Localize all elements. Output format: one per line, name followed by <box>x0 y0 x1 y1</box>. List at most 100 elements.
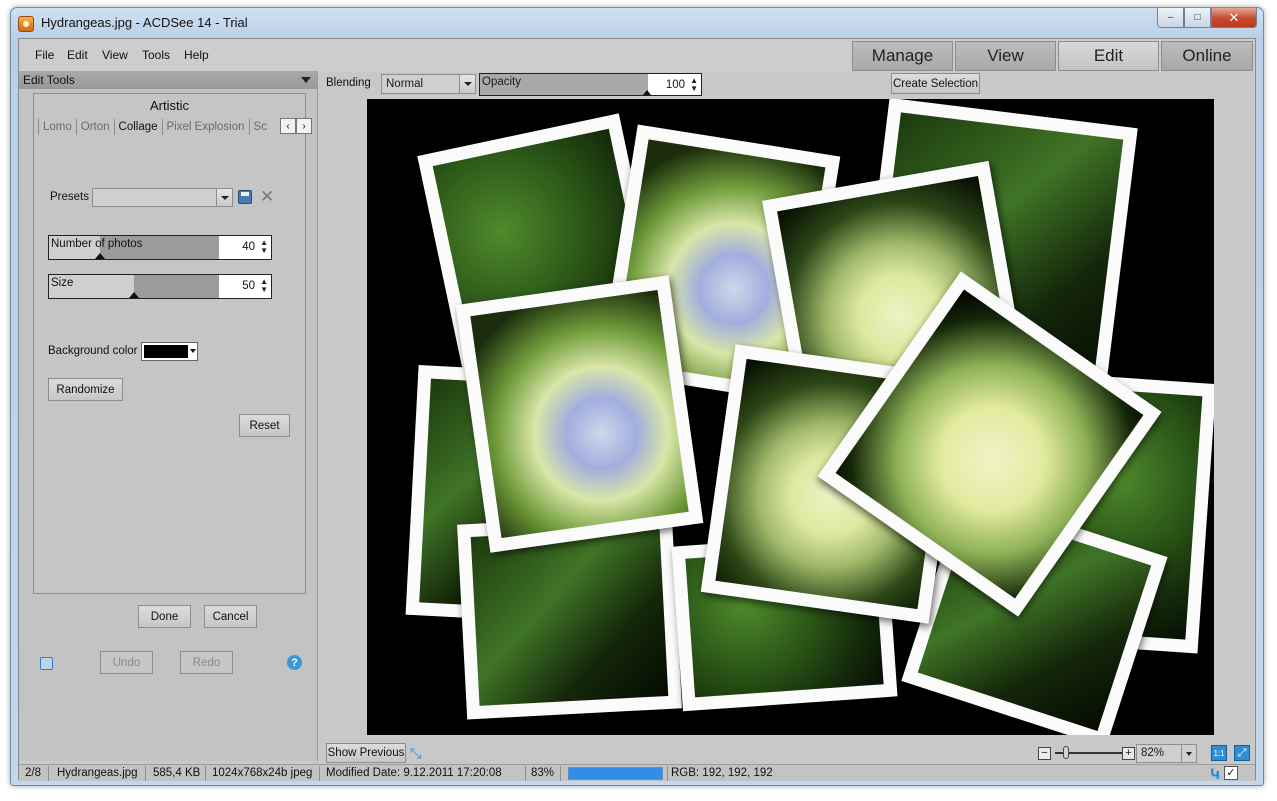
blending-select[interactable]: Normal <box>381 74 476 94</box>
blending-label: Blending <box>326 77 371 89</box>
status-bar: 2/8 Hydrangeas.jpg 585,4 KB 1024x768x24b… <box>19 764 1255 783</box>
close-button[interactable]: ✕ <box>1211 8 1257 28</box>
number-of-photos-value[interactable]: 40 <box>242 241 255 253</box>
status-divider <box>205 766 206 781</box>
slider-thumb[interactable] <box>643 90 651 95</box>
tool-title: Artistic <box>150 98 189 113</box>
status-divider <box>319 766 320 781</box>
panel-header[interactable]: Edit Tools <box>19 71 317 89</box>
status-rgb: RGB: 192, 192, 192 <box>671 767 773 779</box>
tab-manage[interactable]: Manage <box>852 41 953 71</box>
blending-value: Normal <box>386 78 424 90</box>
artistic-subtabs: Lomo Orton Collage Pixel Explosion Sc <box>38 119 298 137</box>
zoom-select[interactable]: 82% <box>1136 744 1197 763</box>
panel-header-label: Edit Tools <box>23 73 75 87</box>
slider-thumb[interactable] <box>129 292 139 298</box>
tab-edit[interactable]: Edit <box>1058 41 1159 71</box>
status-dimensions: 1024x768x24b jpeg <box>212 767 313 779</box>
image-toolbar: Blending Normal Opacity 100 ▲ ▼ Create Se… <box>321 71 1255 98</box>
compare-icon[interactable] <box>40 657 53 670</box>
status-index: 2/8 <box>25 767 41 779</box>
size-value[interactable]: 50 <box>242 280 255 292</box>
collage-image <box>367 99 1214 735</box>
presets-label: Presets <box>50 191 89 203</box>
progress-fill <box>569 768 662 779</box>
menu-view[interactable]: View <box>102 48 128 62</box>
opacity-label: Opacity <box>482 76 521 88</box>
status-filesize: 585,4 KB <box>153 767 201 779</box>
checkmark-icon[interactable]: ✓ <box>1224 766 1238 780</box>
title-bar: Hydrangeas.jpg - ACDSee 14 - Trial – □ ✕ <box>11 8 1263 38</box>
create-selection-button[interactable]: Create Selection <box>891 73 980 94</box>
status-divider <box>525 766 526 781</box>
status-modified: Modified Date: 9.12.2011 17:20:08 <box>326 767 502 779</box>
spinner-icon[interactable]: ▲ ▼ <box>690 77 698 93</box>
zoom-value: 82% <box>1141 747 1165 759</box>
collage-photo <box>455 275 704 553</box>
edit-mode-icon[interactable]: Կ <box>1210 766 1220 783</box>
app-window: Hydrangeas.jpg - ACDSee 14 - Trial – □ ✕… <box>10 7 1264 786</box>
status-progress <box>568 767 663 780</box>
help-icon[interactable]: ? <box>287 655 302 670</box>
redo-button[interactable]: Redo <box>180 651 233 674</box>
subtab-collage[interactable]: Collage <box>113 119 162 135</box>
menu-file[interactable]: File <box>35 48 54 62</box>
spinner-icon[interactable]: ▲ ▼ <box>260 278 268 294</box>
status-divider <box>48 766 49 781</box>
zoom-out-icon[interactable]: − <box>1038 747 1051 760</box>
mode-tabs: Manage View Edit Online <box>850 41 1253 71</box>
color-swatch <box>144 345 188 358</box>
size-slider[interactable]: Size 50 ▲ ▼ <box>48 274 272 299</box>
reset-button[interactable]: Reset <box>239 414 290 437</box>
tab-online[interactable]: Online <box>1161 41 1253 71</box>
number-of-photos-label: Number of photos <box>51 238 143 250</box>
canvas-bottom-bar: Show Previous ⤡ − + 82% 1:1 ⤢ <box>321 742 1255 764</box>
chevron-right-icon[interactable]: › <box>296 118 312 134</box>
zoom-in-icon[interactable]: + <box>1122 747 1135 760</box>
background-color-label: Background color <box>48 345 138 357</box>
chevron-left-icon[interactable]: ‹ <box>280 118 296 134</box>
randomize-button[interactable]: Randomize <box>48 378 123 401</box>
spinner-icon[interactable]: ▲ ▼ <box>260 239 268 255</box>
subtab-orton[interactable]: Orton <box>75 119 114 135</box>
size-label: Size <box>51 277 74 289</box>
delete-preset-icon[interactable]: ✕ <box>260 188 274 205</box>
opacity-value[interactable]: 100 <box>666 79 685 91</box>
chevron-down-icon[interactable] <box>1181 745 1196 762</box>
window-title: Hydrangeas.jpg - ACDSee 14 - Trial <box>41 15 248 30</box>
fit-to-window-icon[interactable]: ⤢ <box>1234 745 1250 761</box>
subtab-pixel-explosion[interactable]: Pixel Explosion <box>161 119 249 135</box>
image-canvas[interactable] <box>321 98 1255 742</box>
opacity-slider[interactable]: Opacity 100 ▲ ▼ <box>479 73 702 96</box>
number-of-photos-slider[interactable]: Number of photos 40 ▲ ▼ <box>48 235 272 260</box>
menu-bar: File Edit View Tools Help Manage View Ed… <box>19 39 1255 71</box>
chevron-down-icon[interactable] <box>190 349 196 353</box>
menu-help[interactable]: Help <box>184 48 209 62</box>
presets-select[interactable] <box>92 188 233 207</box>
undo-button[interactable]: Undo <box>100 651 153 674</box>
menu-edit[interactable]: Edit <box>67 48 88 62</box>
minimize-button[interactable]: – <box>1157 8 1184 28</box>
zoom-slider-thumb[interactable] <box>1063 746 1069 759</box>
save-preset-icon[interactable] <box>238 190 252 204</box>
show-previous-button[interactable]: Show Previous <box>326 743 406 763</box>
subtab-lomo[interactable]: Lomo <box>38 119 76 135</box>
background-color-picker[interactable] <box>141 342 198 361</box>
status-divider <box>145 766 146 781</box>
cancel-button[interactable]: Cancel <box>204 605 257 628</box>
maximize-button[interactable]: □ <box>1184 8 1211 28</box>
chevron-down-icon[interactable] <box>459 75 475 93</box>
chevron-down-icon[interactable] <box>301 77 311 83</box>
menu-tools[interactable]: Tools <box>142 48 170 62</box>
done-button[interactable]: Done <box>138 605 191 628</box>
chevron-down-icon[interactable] <box>216 189 232 206</box>
actual-size-button[interactable]: 1:1 <box>1211 745 1227 761</box>
fit-screen-icon[interactable]: ⤡ <box>410 745 421 762</box>
window-controls: – □ ✕ <box>1157 8 1257 28</box>
tab-view[interactable]: View <box>955 41 1056 71</box>
edit-tools-panel: Edit Tools Artistic Lomo Orton Collage Pixe… <box>19 71 318 761</box>
subtab-sc[interactable]: Sc <box>248 119 271 135</box>
slider-thumb[interactable] <box>95 253 105 259</box>
status-zoom: 83% <box>531 767 555 779</box>
status-divider <box>560 766 561 781</box>
